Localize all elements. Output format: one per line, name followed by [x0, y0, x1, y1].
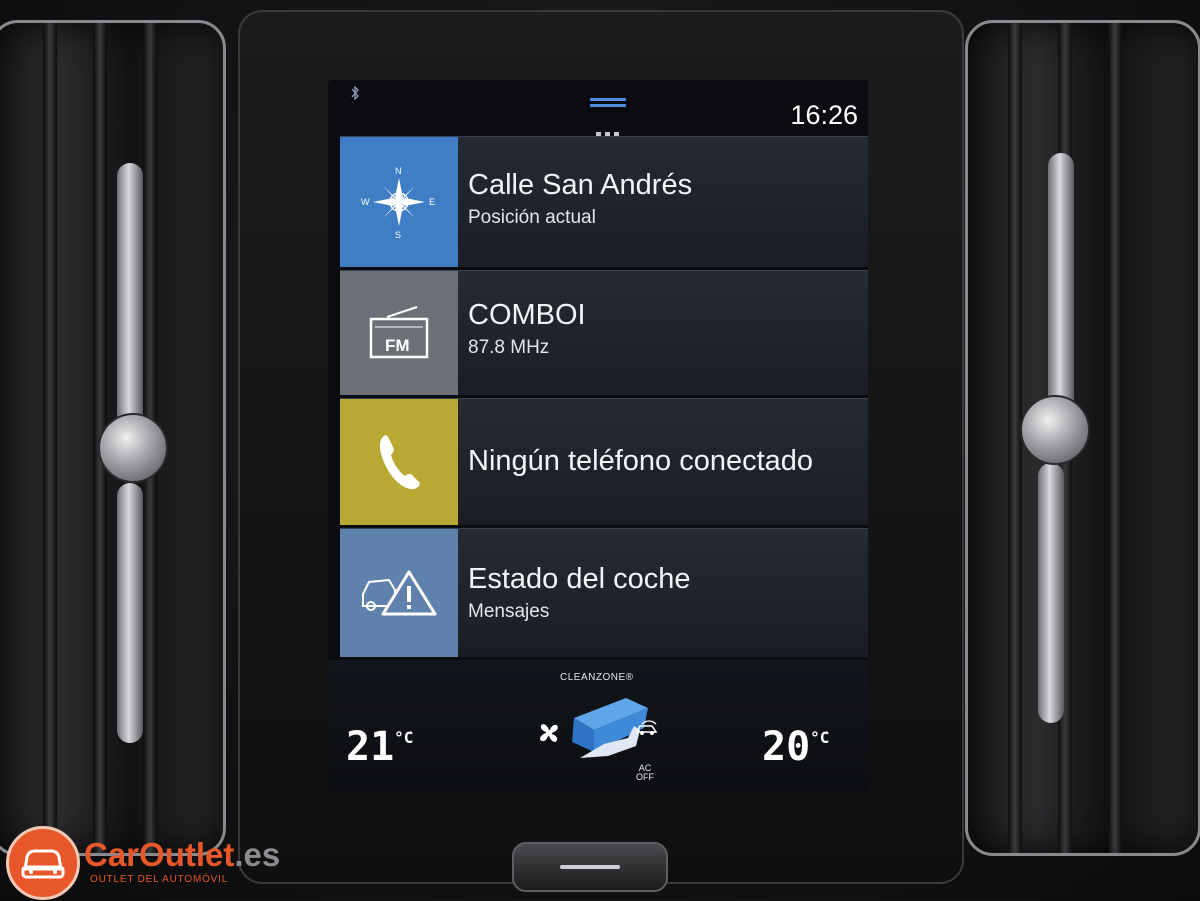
- infotainment-screen: 16:26 N S W E Calle San Andrés Posición …: [328, 80, 868, 792]
- recirculation-icon[interactable]: [634, 720, 662, 736]
- pull-down-handle[interactable]: [590, 98, 626, 108]
- svg-text:N: N: [395, 166, 402, 176]
- fan-icon[interactable]: [536, 720, 562, 746]
- tile-phone[interactable]: Ningún teléfono conectado: [340, 398, 868, 525]
- left-air-vent: [0, 20, 226, 856]
- svg-text:FM: FM: [385, 336, 410, 355]
- tile-car-status-subtitle: Mensajes: [468, 601, 550, 622]
- tile-phone-title: Ningún teléfono conectado: [468, 445, 814, 477]
- left-vent-knob[interactable]: [98, 413, 168, 483]
- right-air-vent: [965, 20, 1200, 856]
- tile-media-subtitle: 87.8 MHz: [468, 337, 550, 358]
- ac-off-button[interactable]: AC OFF: [636, 764, 654, 782]
- right-vent-knob[interactable]: [1020, 395, 1090, 465]
- tile-navigation-subtitle: Posición actual: [468, 207, 596, 228]
- home-button[interactable]: [512, 842, 668, 892]
- status-bar: 16:26: [328, 80, 868, 132]
- svg-text:S: S: [395, 230, 401, 240]
- caroutlet-watermark: CarOutlet.es OUTLET DEL AUTOMÓVIL: [6, 826, 306, 900]
- caroutlet-tagline: OUTLET DEL AUTOMÓVIL: [90, 874, 229, 885]
- tile-navigation[interactable]: N S W E Calle San Andrés Posición actual: [340, 136, 868, 267]
- caroutlet-brand-domain: .es: [234, 836, 281, 873]
- caroutlet-logo: [6, 826, 80, 900]
- phone-icon: [340, 399, 458, 525]
- caroutlet-brand: CarOutlet.es: [84, 836, 280, 874]
- left-vent-handle[interactable]: [117, 163, 143, 453]
- clock: 16:26: [790, 100, 858, 130]
- compass-icon: N S W E: [340, 137, 458, 267]
- climate-bar: CLEANZONE® 21°C AC OFF 20°C: [328, 660, 868, 792]
- right-vent-handle[interactable]: [1048, 153, 1074, 423]
- driver-temperature-value: 21: [346, 724, 395, 770]
- tile-media[interactable]: FM COMBOI 87.8 MHz: [340, 270, 868, 395]
- bluetooth-icon: [350, 85, 360, 101]
- driver-temperature-unit: °C: [394, 728, 414, 747]
- tile-media-title: COMBOI: [468, 299, 586, 331]
- caroutlet-brand-name: CarOutlet: [84, 836, 235, 873]
- fm-radio-icon: FM: [340, 271, 458, 395]
- svg-text:E: E: [429, 197, 435, 207]
- cleanzone-label: CLEANZONE®: [560, 672, 634, 683]
- driver-temperature[interactable]: 21°C: [346, 724, 413, 770]
- tile-car-status[interactable]: Estado del coche Mensajes: [340, 528, 868, 657]
- car-warning-icon: [340, 529, 458, 657]
- svg-text:W: W: [361, 197, 370, 207]
- passenger-temperature[interactable]: 20°C: [762, 724, 829, 770]
- tile-car-status-title: Estado del coche: [468, 563, 691, 595]
- passenger-temperature-unit: °C: [810, 728, 830, 747]
- passenger-temperature-value: 20: [762, 724, 811, 770]
- tile-navigation-title: Calle San Andrés: [468, 169, 693, 201]
